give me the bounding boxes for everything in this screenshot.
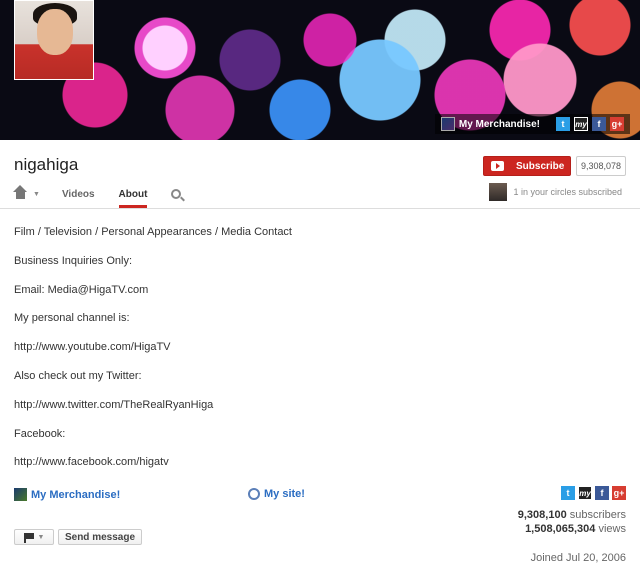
- about-line: http://www.twitter.com/TheRealRyanHiga: [14, 398, 214, 411]
- myspace-icon[interactable]: my: [574, 117, 588, 131]
- twitter-icon[interactable]: t: [556, 117, 570, 131]
- tab-videos[interactable]: Videos: [62, 180, 95, 208]
- about-line: Facebook:: [14, 427, 66, 440]
- joined-date: Joined Jul 20, 2006: [530, 552, 626, 564]
- banner-links: My Merchandise! t my f g+: [434, 114, 630, 134]
- flag-button[interactable]: ▼: [14, 529, 54, 545]
- facebook-icon[interactable]: f: [595, 486, 609, 500]
- social-links: t my f g+: [561, 486, 626, 500]
- youtube-play-icon: [491, 161, 504, 171]
- site-link-label: My site!: [264, 488, 305, 500]
- site-link[interactable]: My site!: [248, 488, 305, 500]
- banner-merch-link[interactable]: My Merchandise!: [440, 117, 540, 131]
- banner-merch-label: My Merchandise!: [458, 118, 540, 130]
- tab-about[interactable]: About: [118, 180, 148, 208]
- circles-text: 1 in your circles subscribed: [513, 187, 622, 197]
- about-line: Business Inquiries Only:: [14, 254, 132, 267]
- about-line: Also check out my Twitter:: [14, 369, 142, 382]
- about-line: Film / Television / Personal Appearances…: [14, 226, 292, 238]
- channel-avatar[interactable]: [14, 0, 94, 80]
- home-icon: [13, 184, 27, 200]
- about-line: My personal channel is:: [14, 312, 130, 325]
- subscribe-label: Subscribe: [516, 160, 565, 172]
- subscribers-value: 9,308,100: [517, 509, 567, 521]
- avatar-face: [37, 9, 73, 55]
- channel-banner: My Merchandise! t my f g+: [0, 0, 640, 140]
- channel-stats: 9,308,100 subscribers 1,508,065,304 view…: [518, 508, 626, 536]
- merch-icon: [440, 117, 455, 131]
- circles-subscribed: 1 in your circles subscribed: [489, 183, 622, 201]
- subscribers-stat: 9,308,100 subscribers: [518, 508, 626, 522]
- merch-link[interactable]: My Merchandise!: [14, 488, 120, 501]
- chevron-down-icon: ▼: [37, 533, 45, 541]
- flag-icon: [23, 532, 34, 543]
- chevron-down-icon: ▼: [33, 190, 40, 198]
- googleplus-icon[interactable]: g+: [610, 117, 624, 131]
- home-tab[interactable]: ▼: [13, 184, 40, 200]
- merch-icon: [14, 488, 27, 501]
- subscribers-label: subscribers: [569, 509, 626, 521]
- circle-avatar[interactable]: [489, 183, 508, 201]
- twitter-icon[interactable]: t: [561, 486, 575, 500]
- send-message-button[interactable]: Send message: [58, 529, 142, 545]
- myspace-icon[interactable]: my: [578, 486, 592, 500]
- views-label: views: [598, 523, 626, 535]
- header-divider: [0, 208, 640, 209]
- globe-icon: [248, 488, 260, 500]
- about-line: Email: Media@HigaTV.com: [14, 283, 149, 296]
- subscribe-button[interactable]: Subscribe: [483, 156, 571, 176]
- about-line: http://www.facebook.com/higatv: [14, 456, 169, 469]
- about-description: Film / Television / Personal Appearances…: [14, 226, 414, 485]
- search-icon[interactable]: [171, 189, 182, 199]
- merch-link-label: My Merchandise!: [31, 488, 121, 501]
- views-stat: 1,508,065,304 views: [518, 522, 626, 536]
- googleplus-icon[interactable]: g+: [612, 486, 626, 500]
- channel-title[interactable]: nigahiga: [14, 155, 78, 175]
- channel-nav: ▼ Videos About: [13, 180, 182, 208]
- subscriber-count-badge: 9,308,078: [576, 156, 626, 176]
- facebook-icon[interactable]: f: [592, 117, 606, 131]
- about-line: http://www.youtube.com/HigaTV: [14, 341, 171, 354]
- views-value: 1,508,065,304: [525, 523, 596, 535]
